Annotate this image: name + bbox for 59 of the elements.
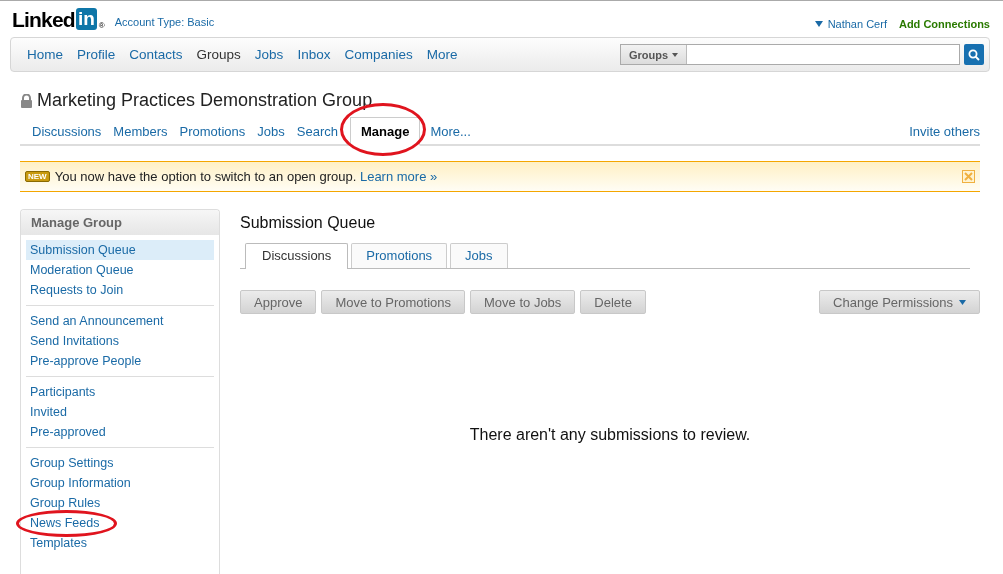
learn-more-link[interactable]: Learn more » — [359, 169, 438, 184]
sidebar-item[interactable]: Pre-approve People — [26, 351, 214, 371]
nav-link[interactable]: Inbox — [297, 47, 331, 62]
notice-text: You now have the option to switch to an open group. Learn more » — [54, 169, 438, 184]
sidebar-item[interactable]: Invited — [26, 402, 214, 422]
sidebar-item[interactable]: Group Information — [26, 473, 214, 493]
new-badge: NEW — [25, 171, 50, 182]
registered-mark: ® — [98, 21, 105, 30]
change-permissions-button[interactable]: Change Permissions — [819, 290, 980, 314]
sidebar-item[interactable]: Requests to Join — [26, 280, 214, 300]
queue-tab[interactable]: Promotions — [351, 243, 448, 268]
group-tab[interactable]: Discussions — [32, 124, 114, 144]
action-button[interactable]: Approve — [240, 290, 317, 314]
sidebar-item[interactable]: Moderation Queue — [26, 260, 214, 280]
section-title: Submission Queue — [240, 214, 377, 232]
action-button[interactable]: Move to Promotions — [321, 290, 466, 314]
search-scope-dropdown[interactable]: Groups — [621, 45, 688, 64]
group-title: Marketing Practices Demonstration Group — [37, 90, 373, 111]
sidebar-item[interactable]: Send an Announcement — [26, 311, 214, 331]
nav-link[interactable]: Contacts — [129, 47, 183, 62]
logo-badge: in — [75, 8, 97, 30]
search-field[interactable]: Groups — [620, 44, 960, 65]
nav-link[interactable]: Profile — [77, 47, 116, 62]
action-button[interactable]: Delete — [580, 290, 646, 314]
sidebar-item[interactable]: Pre-approved — [26, 422, 214, 442]
sidebar-item[interactable]: Templates — [26, 533, 214, 553]
sidebar-item[interactable]: Group Settings — [26, 453, 214, 473]
sidebar-item[interactable]: Send Invitations — [26, 331, 214, 351]
account-type-link[interactable]: Account Type: Basic — [114, 16, 215, 28]
group-tab[interactable]: Search — [296, 124, 350, 144]
nav-link[interactable]: Groups — [196, 47, 241, 62]
search-button[interactable] — [964, 44, 984, 65]
nav-link[interactable]: Companies — [344, 47, 413, 62]
nav-link[interactable]: More — [426, 47, 458, 62]
sidebar-item[interactable]: Participants — [26, 382, 214, 402]
logo-text: Linked — [12, 9, 75, 30]
empty-message: There aren't any submissions to review. — [468, 426, 752, 444]
user-menu[interactable]: Nathan Cerf — [814, 18, 887, 30]
group-tab[interactable]: Promotions — [179, 124, 258, 144]
group-tab[interactable]: Jobs — [257, 124, 297, 144]
caret-icon — [814, 21, 823, 27]
group-tab[interactable]: Manage — [349, 117, 421, 146]
sidebar-item[interactable]: Group Rules — [26, 493, 214, 513]
queue-tab[interactable]: Discussions — [245, 243, 349, 269]
invite-others-link[interactable]: Invite others — [909, 124, 980, 144]
queue-tab[interactable]: Jobs — [450, 243, 508, 268]
group-tab[interactable]: Members — [113, 124, 180, 144]
action-button[interactable]: Move to Jobs — [470, 290, 576, 314]
sidebar-item[interactable]: News Feeds — [26, 513, 104, 533]
sidebar-item[interactable]: Submission Queue — [26, 240, 214, 260]
sidebar-heading: Manage Group — [21, 210, 219, 235]
lock-icon — [20, 93, 33, 108]
group-tab[interactable]: More... — [430, 124, 483, 144]
nav-link[interactable]: Jobs — [254, 47, 284, 62]
caret-icon — [959, 299, 966, 305]
add-connections-link[interactable]: Add Connections — [898, 18, 990, 30]
caret-icon — [672, 52, 679, 57]
search-icon — [968, 48, 980, 61]
nav-link[interactable]: Home — [27, 47, 63, 62]
